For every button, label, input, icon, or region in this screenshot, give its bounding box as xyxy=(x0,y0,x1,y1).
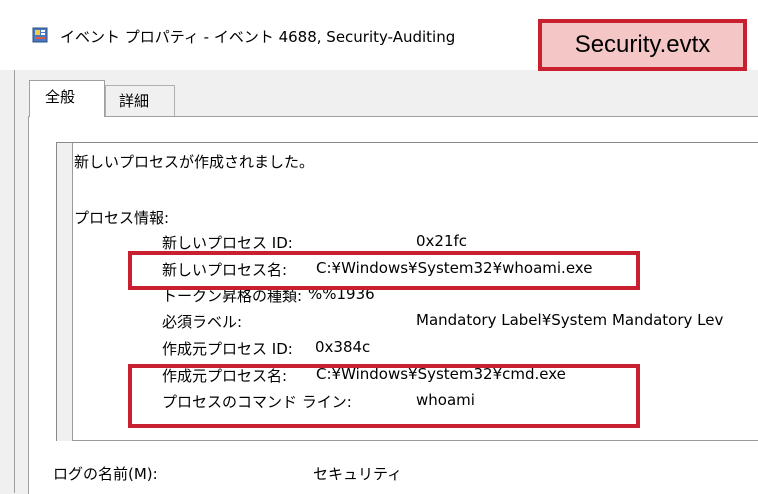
general-tab-panel: 新しいプロセスが作成されました。 プロセス情報: 新しいプロセス ID: 0x2… xyxy=(28,116,758,494)
window-left-edge xyxy=(14,70,15,493)
tab-general[interactable]: 全般 xyxy=(29,80,105,117)
field-label-creator-process-id: 作成元プロセス ID: xyxy=(162,340,293,358)
log-name-label: ログの名前(M): xyxy=(53,465,158,483)
highlight-creator-and-command-line xyxy=(128,364,640,428)
window-title: イベント プロパティ - イベント 4688, Security-Auditin… xyxy=(60,28,456,46)
event-viewer-icon xyxy=(32,27,48,43)
file-callout: Security.evtx xyxy=(538,19,747,71)
field-value-new-process-id: 0x21fc xyxy=(416,232,468,250)
field-value-mandatory-label: Mandatory Label¥System Mandatory Lev xyxy=(416,311,724,329)
field-label-mandatory-label: 必須ラベル: xyxy=(162,313,243,331)
description-headline: 新しいプロセスが作成されました。 xyxy=(74,153,315,171)
tab-details[interactable]: 詳細 xyxy=(105,85,175,117)
field-value-creator-process-id: 0x384c xyxy=(315,338,371,356)
log-name-value: セキュリティ xyxy=(313,465,403,483)
process-info-heading: プロセス情報: xyxy=(74,209,170,227)
field-label-new-process-id: 新しいプロセス ID: xyxy=(162,234,293,252)
highlight-new-process-name xyxy=(128,251,640,290)
